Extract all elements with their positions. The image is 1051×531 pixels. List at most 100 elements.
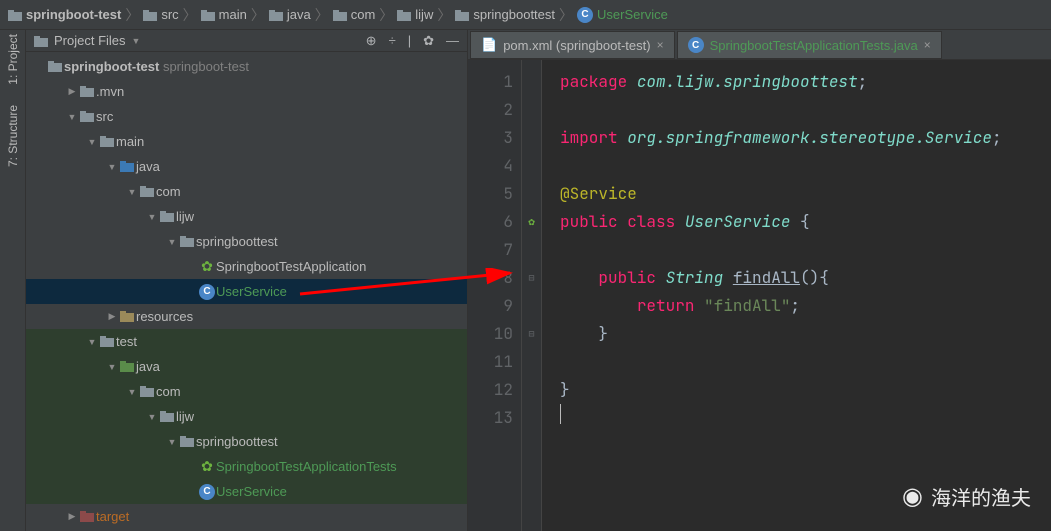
tree-node-lijw[interactable]: lijw: [26, 204, 467, 229]
chevron-down-icon[interactable]: [166, 237, 178, 247]
tree-node-sbtest-test[interactable]: springboottest: [26, 429, 467, 454]
tree-node-resources[interactable]: resources: [26, 304, 467, 329]
minimize-icon[interactable]: —: [446, 33, 459, 49]
chevron-right-icon: 〉: [379, 5, 393, 25]
class-icon: C: [198, 484, 216, 500]
line-gutter[interactable]: 123 456 789 101112 13: [468, 60, 522, 531]
tree-node-mvn[interactable]: .mvn: [26, 79, 467, 104]
chevron-right-icon: 〉: [315, 5, 329, 25]
folder-icon: [333, 9, 347, 20]
tree-node-java[interactable]: java: [26, 154, 467, 179]
chevron-right-icon: 〉: [183, 5, 197, 25]
chevron-down-icon: ▼: [132, 36, 141, 46]
spring-icon: ✿: [198, 259, 216, 275]
fold-icon[interactable]: ⊟: [522, 320, 541, 348]
project-tree[interactable]: springboot-test springboot-test .mvn src…: [26, 52, 467, 531]
test-folder-icon: [118, 361, 136, 372]
breadcrumb-item[interactable]: main: [201, 7, 247, 22]
breadcrumb-item[interactable]: com: [333, 7, 376, 22]
package-icon: [158, 411, 176, 422]
editor-tab-tests[interactable]: C SpringbootTestApplicationTests.java ×: [677, 31, 942, 59]
target-icon[interactable]: ⊕: [366, 33, 377, 49]
chevron-down-icon[interactable]: [166, 437, 178, 447]
chevron-right-icon[interactable]: [66, 86, 78, 97]
gear-icon[interactable]: ✿: [423, 33, 434, 49]
breadcrumb-item[interactable]: springboottest: [455, 7, 555, 22]
tree-node-com[interactable]: com: [26, 179, 467, 204]
breadcrumb-item[interactable]: src: [143, 7, 178, 22]
chevron-right-icon: 〉: [559, 5, 573, 25]
tree-node-main[interactable]: main: [26, 129, 467, 154]
panel-header: Project Files ▼ ⊕ ÷ | ✿ —: [26, 30, 467, 52]
class-icon: C: [688, 37, 704, 53]
tree-node-com-test[interactable]: com: [26, 379, 467, 404]
close-icon[interactable]: ×: [657, 38, 664, 52]
panel-title[interactable]: Project Files ▼: [34, 33, 140, 48]
package-icon: [138, 386, 156, 397]
excluded-folder-icon: [78, 511, 96, 522]
panel-actions: ⊕ ÷ | ✿ —: [366, 33, 459, 49]
tree-leaf-userservice[interactable]: C UserService: [26, 279, 467, 304]
tree-node-target[interactable]: target: [26, 504, 467, 529]
chevron-down-icon[interactable]: [86, 337, 98, 347]
chevron-right-icon: 〉: [437, 5, 451, 25]
folder-icon: [455, 9, 469, 20]
code-body[interactable]: package com.lijw.springboottest; import …: [542, 60, 1051, 531]
project-panel: Project Files ▼ ⊕ ÷ | ✿ — springboot-tes…: [26, 30, 468, 531]
chevron-down-icon[interactable]: [126, 187, 138, 197]
folder-icon: [98, 136, 116, 147]
tree-node-java-test[interactable]: java: [26, 354, 467, 379]
fold-icon[interactable]: ⊟: [522, 264, 541, 292]
editor-tab-pom[interactable]: 📄 pom.xml (springboot-test) ×: [470, 31, 675, 59]
collapse-icon[interactable]: ÷: [389, 33, 396, 49]
close-icon[interactable]: ×: [924, 38, 931, 52]
breadcrumb: springboot-test 〉 src 〉 main 〉 java 〉 co…: [0, 0, 1051, 30]
tree-node-src[interactable]: src: [26, 104, 467, 129]
package-icon: [178, 436, 196, 447]
chevron-right-icon[interactable]: [106, 311, 118, 322]
folder-icon: [78, 86, 96, 97]
editor-content[interactable]: 123 456 789 101112 13 ✿ ⊟ ⊟ package com.…: [468, 60, 1051, 531]
tree-leaf-userservice-test[interactable]: C UserService: [26, 479, 467, 504]
source-folder-icon: [118, 161, 136, 172]
breadcrumb-item[interactable]: java: [269, 7, 311, 22]
tool-window-bar: 1: Project 7: Structure: [0, 30, 26, 531]
chevron-down-icon[interactable]: [126, 387, 138, 397]
breadcrumb-item[interactable]: lijw: [397, 7, 433, 22]
module-icon: [8, 9, 22, 20]
breadcrumb-item[interactable]: C UserService: [577, 7, 668, 23]
tree-node-springboottest[interactable]: springboottest: [26, 229, 467, 254]
chevron-down-icon[interactable]: [66, 112, 78, 122]
project-tool-tab[interactable]: 1: Project: [6, 34, 20, 85]
folder-icon: [34, 35, 48, 46]
class-icon: C: [198, 284, 216, 300]
chevron-down-icon[interactable]: [146, 212, 158, 222]
tree-leaf-apptests[interactable]: ✿ SpringbootTestApplicationTests: [26, 454, 467, 479]
chevron-down-icon[interactable]: [106, 162, 118, 172]
tree-node-test[interactable]: test: [26, 329, 467, 354]
structure-tool-tab[interactable]: 7: Structure: [6, 105, 20, 167]
folder-icon: [143, 9, 157, 20]
folder-icon: [397, 9, 411, 20]
separator: |: [408, 33, 411, 49]
tree-leaf-app[interactable]: ✿ SpringbootTestApplication: [26, 254, 467, 279]
breadcrumb-item[interactable]: springboot-test: [8, 7, 121, 22]
watermark: ◉ 海洋的渔夫: [902, 482, 1031, 511]
wechat-icon: ◉: [902, 482, 923, 511]
chevron-down-icon[interactable]: [106, 362, 118, 372]
chevron-right-icon[interactable]: [66, 511, 78, 522]
chevron-down-icon[interactable]: [86, 137, 98, 147]
chevron-right-icon: 〉: [251, 5, 265, 25]
package-icon: [138, 186, 156, 197]
chevron-right-icon: 〉: [125, 5, 139, 25]
spring-bean-icon[interactable]: ✿: [522, 208, 541, 236]
tree-root[interactable]: springboot-test springboot-test: [26, 54, 467, 79]
chevron-down-icon[interactable]: [146, 412, 158, 422]
tree-node-lijw-test[interactable]: lijw: [26, 404, 467, 429]
folder-icon: [201, 9, 215, 20]
folder-icon: [78, 111, 96, 122]
editor-tabs: 📄 pom.xml (springboot-test) × C Springbo…: [468, 30, 1051, 60]
file-icon: 📄: [481, 37, 497, 53]
class-icon: C: [577, 7, 593, 23]
resources-folder-icon: [118, 311, 136, 322]
